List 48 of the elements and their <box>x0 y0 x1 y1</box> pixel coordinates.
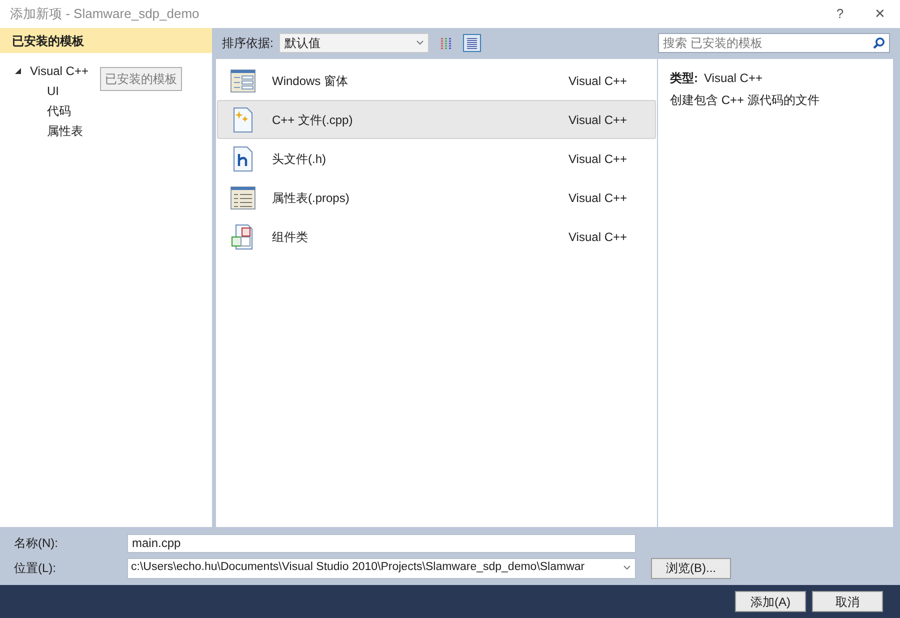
search-icon[interactable] <box>873 37 885 49</box>
list-view-icon <box>465 36 480 50</box>
window-title: 添加新项 - Slamware_sdp_demo <box>9 5 200 24</box>
template-type: Visual C++ <box>568 72 627 90</box>
tooltip: 已安装的模板 <box>100 67 182 91</box>
template-item[interactable]: Windows 窗体 Visual C++ <box>217 61 656 100</box>
template-type: Visual C++ <box>568 150 627 168</box>
template-name: 组件类 <box>272 228 309 246</box>
template-name: C++ 文件(.cpp) <box>272 112 354 128</box>
sort-dropdown[interactable]: 默认值 <box>279 33 430 53</box>
type-value: Visual C++ <box>704 70 762 87</box>
caret-icon <box>623 565 631 571</box>
template-item[interactable]: 头文件(.h) Visual C++ <box>217 139 656 178</box>
type-label: 类型: <box>670 70 698 87</box>
grid-view-icon <box>439 36 454 50</box>
template-item[interactable]: 组件类 Visual C++ <box>217 217 656 256</box>
template-type: Visual C++ <box>568 112 627 128</box>
property-sheet-icon <box>230 184 256 210</box>
search-field[interactable]: 搜索 已安装的模板 <box>658 33 890 53</box>
tree-item[interactable]: 代码 <box>47 102 71 120</box>
template-name: 头文件(.h) <box>272 150 327 168</box>
expanded-icon[interactable] <box>14 67 22 75</box>
browse-button[interactable]: 浏览(B)... <box>651 558 731 578</box>
sort-label: 排序依据: <box>222 35 274 52</box>
help-button[interactable]: ? <box>820 0 860 28</box>
template-item[interactable]: 属性表(.props) Visual C++ <box>217 178 656 217</box>
list-view-button[interactable] <box>463 34 482 52</box>
template-name: Windows 窗体 <box>272 72 350 90</box>
close-button[interactable]: ✕ <box>860 0 900 28</box>
template-type: Visual C++ <box>568 190 627 206</box>
caret-icon <box>416 40 424 46</box>
dropdown-value: 默认值 <box>284 35 322 52</box>
template-type: Visual C++ <box>568 228 627 246</box>
tree-item[interactable]: UI <box>47 82 59 100</box>
location-dropdown[interactable]: c:\Users\echo.hu\Documents\Visual Studio 2010\Projects\Slamware_sdp_demo\Slamwar <box>127 558 636 578</box>
form-icon <box>230 68 256 94</box>
add-button[interactable]: 添加(A) <box>735 591 806 612</box>
name-field[interactable]: main.cpp <box>127 534 636 552</box>
template-name: 属性表(.props) <box>272 190 350 206</box>
location-label: 位置(L): <box>14 560 57 577</box>
template-item[interactable]: C++ 文件(.cpp) Visual C++ <box>217 100 656 139</box>
cancel-button[interactable]: 取消 <box>812 591 883 612</box>
tree-item[interactable]: 属性表 <box>47 122 83 140</box>
location-value: c:\Users\echo.hu\Documents\Visual Studio 2010\Projects\Slamware_sdp_demo\Slamwar <box>131 560 586 576</box>
tree-item[interactable]: Visual C++ <box>30 62 88 80</box>
name-label: 名称(N): <box>14 535 59 552</box>
sidebar-header: 已安装的模板 <box>0 28 212 53</box>
template-description: 创建包含 C++ 源代码的文件 <box>670 92 820 109</box>
